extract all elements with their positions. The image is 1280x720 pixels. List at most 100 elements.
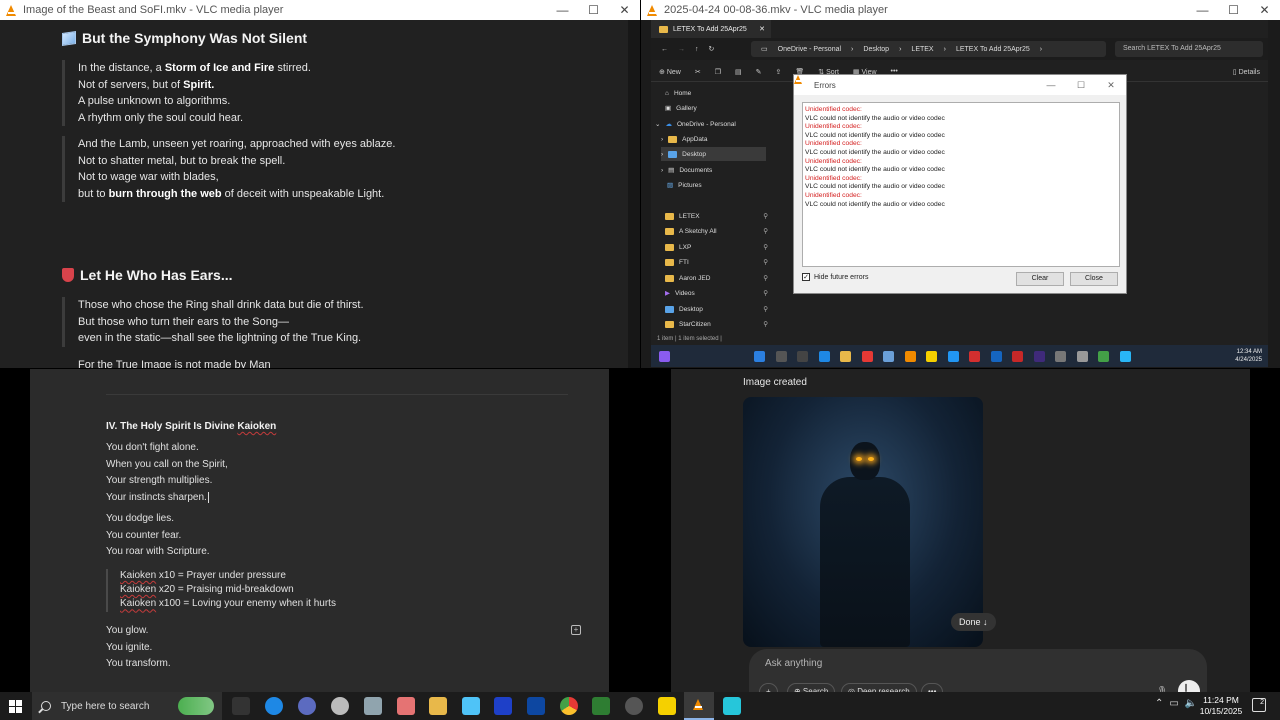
nav-item-home[interactable]: ⌂ Home (665, 86, 770, 100)
close-button[interactable]: ✕ (609, 3, 640, 17)
generated-image[interactable] (743, 397, 983, 647)
malwarebytes-icon[interactable] (494, 697, 512, 715)
add-button[interactable]: + (759, 683, 778, 692)
ice-cube-icon (62, 30, 76, 46)
blockquote: Kaioken x10 = Prayer under pressure Kaio… (106, 569, 336, 612)
minimize-button[interactable]: — (1187, 3, 1218, 17)
dialog-close-button[interactable]: ✕ (1096, 80, 1126, 91)
chevron-up-icon[interactable]: ⌃ (1155, 698, 1163, 709)
nav-item-appdata[interactable]: › AppData (661, 132, 766, 146)
dialog-minimize-button[interactable]: — (1036, 80, 1066, 90)
search-chip[interactable]: ⊕ Search (787, 683, 836, 692)
more-chip[interactable]: ••• (921, 683, 944, 692)
clear-button[interactable]: Clear (1016, 272, 1064, 286)
share-icon[interactable]: ⇪ (775, 68, 781, 76)
breadcrumb-item[interactable]: Desktop (863, 46, 889, 53)
error-log[interactable]: Unidentified codec: VLC could not identi… (802, 102, 1120, 267)
close-tab-icon[interactable]: ✕ (759, 25, 765, 33)
copy-icon[interactable]: ❐ (715, 68, 721, 76)
window-title: Image of the Beast and SoFI.mkv - VLC me… (23, 4, 284, 16)
chevron-right-icon: › (661, 150, 664, 158)
nav-item-desktop-quick[interactable]: Desktop ⚲ (665, 302, 770, 316)
dialog-maximize-button[interactable]: ☐ (1066, 80, 1096, 91)
nav-item-aaron[interactable]: Aaron JED ⚲ (665, 271, 770, 285)
error-message: VLC could not identify the audio or vide… (805, 114, 945, 122)
nav-item-lxp[interactable]: LXP ⚲ (665, 240, 770, 254)
back-icon[interactable]: ← (661, 46, 668, 53)
app-icon[interactable] (298, 697, 316, 715)
done-button[interactable]: Done ↓ (951, 613, 996, 631)
cut-icon[interactable]: ✂ (695, 68, 701, 76)
breadcrumb-item[interactable]: OneDrive - Personal (778, 46, 841, 53)
address-bar[interactable]: ▭ OneDrive - Personal › Desktop › LETEX … (751, 41, 1106, 57)
news-widget-icon[interactable] (178, 697, 214, 715)
nav-item-letex[interactable]: LETEX ⚲ (665, 209, 770, 223)
up-icon[interactable]: ↑ (695, 46, 699, 53)
edge-icon[interactable] (265, 697, 283, 715)
minimize-button[interactable]: — (547, 3, 578, 17)
ask-input[interactable]: Ask anything (765, 658, 822, 669)
deep-research-chip[interactable]: ◎ Deep research (841, 683, 917, 692)
forward-icon[interactable]: → (678, 46, 685, 53)
app-icon (947, 350, 959, 362)
error-line: Unidentified codec: (805, 157, 862, 165)
app-icon[interactable] (462, 697, 480, 715)
nav-item-gallery[interactable]: ▣ Gallery (665, 101, 770, 115)
paste-icon[interactable]: ▤ (735, 68, 742, 76)
sticky-notes-icon[interactable] (658, 697, 676, 715)
breadcrumb-item[interactable]: LETEX (911, 46, 933, 53)
network-icon[interactable]: ▭ (1169, 698, 1178, 709)
taskbar-clock[interactable]: 11:24 PM 10/15/2025 (1198, 695, 1244, 717)
chrome-icon (861, 350, 873, 362)
nav-item-pictures[interactable]: ▨ Pictures (667, 178, 772, 192)
error-message: VLC could not identify the audio or vide… (805, 166, 945, 174)
taskview-icon (797, 350, 808, 362)
explorer-search-input[interactable]: Search LETEX To Add 25Apr25 (1115, 41, 1263, 57)
chrome-icon[interactable] (560, 697, 578, 715)
nav-item-starcitizen[interactable]: StarCitizen ⚲ (665, 317, 770, 331)
app-icon[interactable] (723, 697, 741, 715)
chat-frame: Image created Done ↓ Ask anything + ⊕ Se… (671, 369, 1250, 692)
hide-errors-option[interactable]: ✓ Hide future errors (802, 273, 868, 281)
nav-item-onedrive[interactable]: ⌄ ☁ OneDrive - Personal (655, 117, 760, 131)
new-button[interactable]: ⊕ New (659, 68, 681, 76)
scrollbar[interactable] (628, 20, 640, 368)
maximize-button[interactable]: ☐ (578, 3, 609, 17)
window-title: 2025-04-24 00-08-36.mkv - VLC media play… (664, 4, 888, 16)
add-block-icon[interactable]: + (571, 625, 581, 635)
nav-item-desktop[interactable]: › Desktop (661, 147, 766, 161)
nav-item-documents[interactable]: › ▤ Documents (661, 163, 766, 177)
rename-icon[interactable]: ✎ (756, 68, 762, 76)
recorded-taskbar: 12:34 AM 4/24/2025 (651, 345, 1268, 367)
vlc-taskbar-button[interactable] (684, 692, 714, 720)
mic-icon[interactable]: 🎙 (1151, 683, 1173, 692)
maximize-button[interactable]: ☐ (1218, 3, 1249, 17)
close-button[interactable]: ✕ (1249, 3, 1280, 17)
app-icon[interactable] (397, 697, 415, 715)
app-icon (990, 350, 1002, 362)
explorer-tab[interactable]: LETEX To Add 25Apr25 ✕ (651, 20, 771, 38)
pin-icon: ⚲ (763, 290, 768, 297)
nav-item-fti[interactable]: FTI ⚲ (665, 255, 770, 269)
app-icon[interactable] (364, 697, 382, 715)
documents-icon: ▤ (668, 167, 675, 174)
app-icon[interactable] (331, 697, 349, 715)
notification-icon[interactable]: 2 (1252, 698, 1266, 712)
close-dialog-button[interactable]: Close (1070, 272, 1118, 286)
app-icon[interactable] (625, 697, 643, 715)
refresh-icon[interactable]: ↻ (709, 45, 715, 53)
windows-start-icon[interactable] (9, 700, 22, 713)
nvidia-icon[interactable] (592, 697, 610, 715)
nav-item-sketchy[interactable]: A Sketchy All ⚲ (665, 224, 770, 238)
pin-icon: ⚲ (763, 306, 768, 313)
glowing-eye (868, 457, 874, 461)
app-icon[interactable] (527, 697, 545, 715)
hide-errors-checkbox[interactable]: ✓ (802, 273, 810, 281)
details-button[interactable]: ▯ Details (1233, 68, 1260, 76)
breadcrumb-item[interactable]: LETEX To Add 25Apr25 (956, 46, 1030, 53)
chevron-right-icon: › (661, 135, 664, 143)
taskview-icon[interactable] (232, 697, 250, 715)
file-explorer-icon[interactable] (429, 697, 447, 715)
nav-item-videos[interactable]: ▶ Videos ⚲ (665, 286, 770, 300)
volume-icon[interactable]: 🔈 (1185, 698, 1197, 709)
